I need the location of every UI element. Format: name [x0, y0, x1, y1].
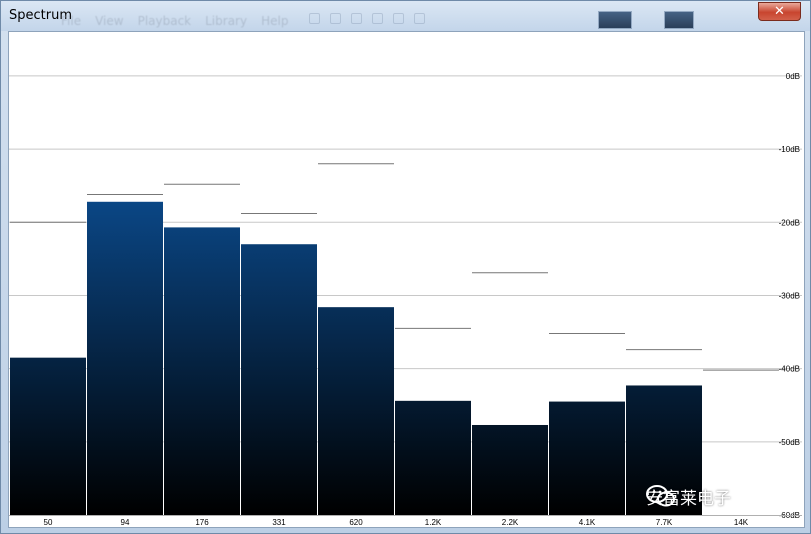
y-tick-label: -20dB	[779, 218, 800, 227]
close-button[interactable]: ✕	[758, 2, 801, 21]
x-tick-label: 94	[121, 518, 130, 527]
spectrum-bar	[318, 307, 394, 515]
background-menu-item: Playback	[137, 14, 192, 28]
spectrum-bar	[164, 227, 240, 516]
background-menu-bar: File View Playback Library Help	[61, 14, 288, 28]
x-tick-label: 7.7K	[656, 518, 673, 527]
x-tick-label: 331	[272, 518, 286, 527]
background-menu-item: File	[61, 14, 82, 28]
spectrum-bar	[10, 357, 86, 515]
x-tick-label: 4.1K	[579, 518, 596, 527]
spectrum-bar	[87, 201, 163, 516]
spectrum-bar	[549, 401, 625, 515]
close-icon: ✕	[774, 4, 785, 19]
y-tick-label: -10dB	[779, 145, 800, 154]
background-volume-thumb	[664, 11, 694, 29]
background-menu-item: View	[95, 14, 124, 28]
previous-icon	[372, 13, 383, 24]
spectrum-plot: 0dB -10dB -20dB -30dB -40dB -50dB -60dB 50 94 176…	[8, 31, 805, 528]
background-seekbar-thumb	[598, 11, 632, 29]
y-tick-label: -50dB	[779, 438, 800, 447]
x-tick-label: 14K	[734, 518, 749, 527]
x-tick-label: 1.2K	[425, 518, 442, 527]
spectrum-bar	[472, 424, 548, 515]
wechat-icon	[646, 485, 675, 507]
play-icon	[330, 13, 341, 24]
background-menu-item: Help	[261, 14, 289, 28]
x-tick-label: 50	[44, 518, 53, 527]
watermark: 安富莱电子	[646, 484, 731, 509]
spectrum-bar	[395, 400, 471, 515]
pause-icon	[351, 13, 362, 24]
background-toolbar	[309, 13, 425, 24]
x-tick-label: 620	[349, 518, 363, 527]
title-bar[interactable]: Spectrum File View Playback Library Help…	[1, 1, 810, 31]
x-tick-label: 2.2K	[502, 518, 519, 527]
stop-icon	[309, 13, 320, 24]
spectrum-window: Spectrum File View Playback Library Help…	[0, 0, 811, 534]
background-menu-item: Library	[205, 14, 248, 28]
next-icon	[393, 13, 404, 24]
y-tick-label: 0dB	[786, 72, 800, 81]
x-tick-label: 176	[195, 518, 209, 527]
spectrum-chart: 0dB-10dB-20dB-30dB-40dB-50dB-60dB50 94 176…	[9, 72, 802, 527]
y-tick-label: -40dB	[779, 365, 800, 374]
random-icon	[414, 13, 425, 24]
y-tick-label: -30dB	[779, 291, 800, 300]
spectrum-bar	[241, 244, 317, 515]
